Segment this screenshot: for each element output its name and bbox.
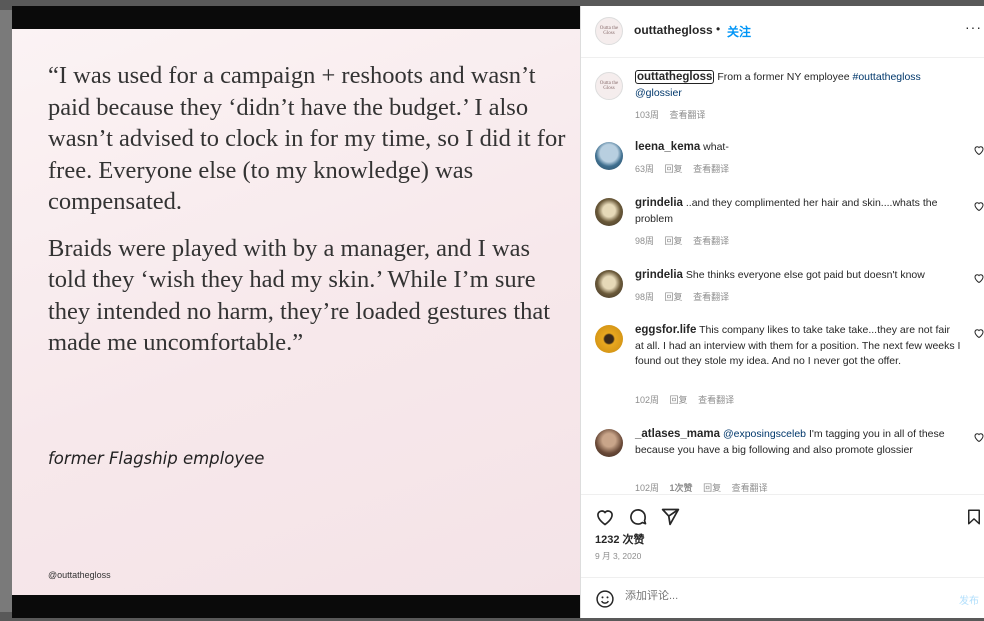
post-image[interactable]: “I was used for a campaign + reshoots an… xyxy=(12,29,580,595)
translate-link[interactable]: 查看翻译 xyxy=(693,236,729,246)
quote-paragraph-2: Braids were played with by a manager, an… xyxy=(48,234,551,357)
like-comment-icon[interactable] xyxy=(973,200,984,212)
like-heart-icon[interactable] xyxy=(595,507,615,527)
post-side-panel: Outta the Gloss outtathegloss • 关注 ··· O… xyxy=(580,6,984,618)
comment-text: leena_kema what- xyxy=(635,140,961,156)
comment-text: eggsfor.life This company likes to take … xyxy=(635,323,961,370)
emoji-icon[interactable] xyxy=(595,589,615,609)
share-paper-plane-icon[interactable] xyxy=(660,506,681,527)
caption-mention[interactable]: @glossier xyxy=(635,87,682,99)
comment-username[interactable]: _atlases_mama xyxy=(635,428,720,440)
quote-paragraph-1: “I was used for a campaign + reshoots an… xyxy=(48,62,566,215)
comment-username[interactable]: grindelia xyxy=(635,269,683,281)
reply-button[interactable]: 回复 xyxy=(703,483,721,493)
commenter-avatar[interactable] xyxy=(595,429,623,457)
save-bookmark-icon[interactable] xyxy=(965,507,983,527)
comment-input[interactable] xyxy=(625,590,945,602)
caption-username[interactable]: outtathegloss xyxy=(635,70,715,84)
author-username[interactable]: outtathegloss xyxy=(634,23,713,37)
post-header: Outta the Gloss outtathegloss • 关注 ··· xyxy=(581,6,984,58)
comment-meta: 98周 回复 查看翻译 xyxy=(635,234,737,247)
post-date: 9 月 3, 2020 xyxy=(595,551,642,561)
commenter-avatar[interactable] xyxy=(595,325,623,353)
comment-meta: 63周 回复 查看翻译 xyxy=(635,162,737,175)
translate-link[interactable]: 查看翻译 xyxy=(670,110,706,120)
add-comment-bar: 发布 xyxy=(581,577,984,619)
like-comment-icon[interactable] xyxy=(973,144,984,156)
comment-time[interactable]: 102周 xyxy=(635,395,659,405)
avatar-logo-text: Outta the Gloss xyxy=(599,26,619,36)
reply-button[interactable]: 回复 xyxy=(665,292,683,302)
comment-text: grindelia She thinks everyone else got p… xyxy=(635,268,961,284)
reply-button[interactable]: 回复 xyxy=(665,236,683,246)
comment-text: _atlases_mama @exposingsceleb I'm taggin… xyxy=(635,427,961,458)
more-options-icon[interactable]: ··· xyxy=(965,19,982,35)
caption-meta: 103周 查看翻译 xyxy=(635,108,714,121)
post-comment-button[interactable]: 发布 xyxy=(959,592,979,607)
caption-hashtag[interactable]: #outtathegloss xyxy=(853,71,921,83)
comment-time[interactable]: 63周 xyxy=(635,164,654,174)
comment-likes[interactable]: 1次赞 xyxy=(670,483,693,493)
comment-time[interactable]: 98周 xyxy=(635,236,654,246)
reply-button[interactable]: 回复 xyxy=(665,164,683,174)
image-watermark: @outtathegloss xyxy=(48,570,111,580)
follow-button[interactable]: 关注 xyxy=(727,23,751,40)
comment-bubble-icon[interactable] xyxy=(628,507,648,527)
comment-username[interactable]: leena_kema xyxy=(635,141,700,153)
commenter-avatar[interactable] xyxy=(595,270,623,298)
caption-avatar[interactable]: Outta the Gloss xyxy=(595,72,623,100)
comment-meta: 102周 回复 查看翻译 xyxy=(635,393,742,406)
like-comment-icon[interactable] xyxy=(973,431,984,443)
comment-text: grindelia ..and they complimented her ha… xyxy=(635,196,961,227)
commenter-avatar[interactable] xyxy=(595,142,623,170)
caption-text: outtathegloss From a former NY employee … xyxy=(635,70,961,101)
quote-attribution: former Flagship employee xyxy=(48,449,265,468)
comment-time[interactable]: 102周 xyxy=(635,483,659,493)
like-comment-icon[interactable] xyxy=(973,327,984,339)
commenter-avatar[interactable] xyxy=(595,198,623,226)
comments-list[interactable]: Outta the Gloss outtathegloss From a for… xyxy=(581,58,984,494)
quote-text: “I was used for a campaign + reshoots an… xyxy=(48,60,568,374)
author-avatar[interactable]: Outta the Gloss xyxy=(595,17,623,45)
translate-link[interactable]: 查看翻译 xyxy=(732,483,768,493)
translate-link[interactable]: 查看翻译 xyxy=(693,164,729,174)
comment-username[interactable]: grindelia xyxy=(635,197,683,209)
like-count[interactable]: 1232 次赞 xyxy=(595,531,645,547)
comment-meta: 102周 1次赞 回复 查看翻译 xyxy=(635,481,776,494)
reply-button[interactable]: 回复 xyxy=(670,395,688,405)
post-actions: 1232 次赞 9 月 3, 2020 发布 xyxy=(581,494,984,618)
comment-time[interactable]: 98周 xyxy=(635,292,654,302)
like-comment-icon[interactable] xyxy=(973,272,984,284)
caption-time[interactable]: 103周 xyxy=(635,110,659,120)
comment-meta: 98周 回复 查看翻译 xyxy=(635,290,737,303)
comment-body: She thinks everyone else got paid but do… xyxy=(685,269,925,281)
caption-body: From a former NY employee xyxy=(717,71,850,83)
translate-link[interactable]: 查看翻译 xyxy=(698,395,734,405)
separator-dot: • xyxy=(716,22,721,36)
avatar-logo-text: Outta the Gloss xyxy=(599,81,619,91)
translate-link[interactable]: 查看翻译 xyxy=(693,292,729,302)
comment-mention[interactable]: @exposingsceleb xyxy=(723,428,806,440)
comment-username[interactable]: eggsfor.life xyxy=(635,324,696,336)
comment-body: what- xyxy=(703,141,729,153)
